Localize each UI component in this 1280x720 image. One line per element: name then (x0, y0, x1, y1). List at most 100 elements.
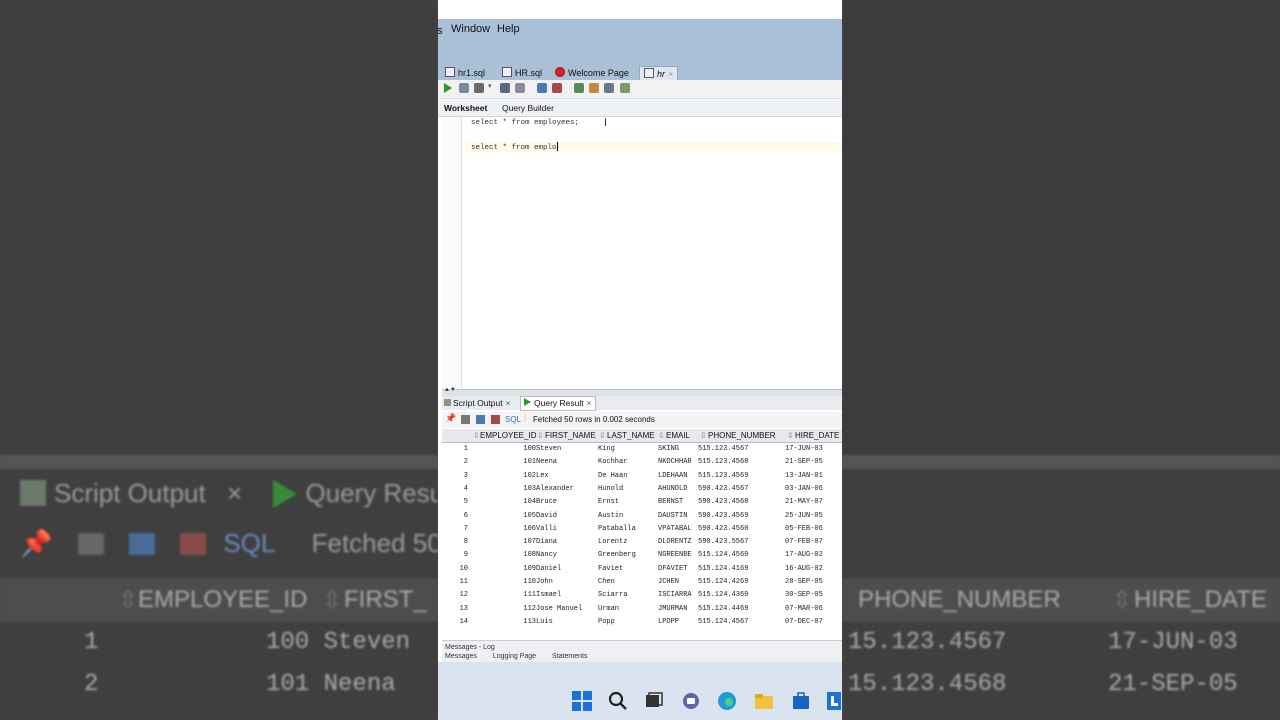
table-cell[interactable]: Austin (598, 512, 623, 520)
table-cell[interactable]: 21-SEP-05 (785, 458, 823, 466)
table-cell[interactable]: John (536, 578, 553, 586)
table-cell[interactable]: AHUNOLD (658, 485, 687, 493)
table-cell[interactable]: 515.123.4567 (698, 445, 748, 453)
editor-line-2[interactable]: select * from emplo (465, 142, 842, 152)
table-cell[interactable]: 106 (516, 525, 536, 533)
tab-query-result[interactable]: Query Result × (520, 396, 596, 411)
tab-statements[interactable]: Statements (552, 653, 587, 660)
search-icon[interactable] (608, 691, 628, 711)
table-row[interactable]: 3 102 Lex De Haan LDEHAAN 515.123.4569 13-JAN-… (442, 470, 842, 483)
clear-icon[interactable] (589, 83, 599, 93)
table-cell[interactable]: 590.423.4569 (698, 512, 748, 520)
table-cell[interactable]: 17-JUN-03 (785, 445, 823, 453)
table-cell[interactable]: 107 (516, 538, 536, 546)
table-cell[interactable]: 105 (516, 512, 536, 520)
tab-welcome-page[interactable]: Welcome Page (551, 66, 633, 80)
table-cell[interactable]: 30-SEP-05 (785, 591, 823, 599)
tab-worksheet[interactable]: Worksheet (444, 103, 487, 113)
table-row[interactable]: 7 106 Valli Pataballa VPATABAL 590.423.4560 05… (442, 523, 842, 536)
table-cell[interactable]: 590.423.4568 (698, 498, 748, 506)
windows-start-icon[interactable] (572, 691, 592, 711)
tab-query-builder[interactable]: Query Builder (502, 103, 554, 113)
table-cell[interactable]: 515.124.4269 (698, 578, 748, 586)
table-cell[interactable]: NGREENBE (658, 551, 692, 559)
table-cell[interactable]: King (598, 445, 615, 453)
table-cell[interactable]: DAUSTIN (658, 512, 687, 520)
menu-item-tools-partial[interactable]: s (438, 25, 443, 37)
unshared-sql-icon[interactable] (574, 83, 584, 93)
sql-editor[interactable]: select * from employees; I select * from… (442, 117, 842, 389)
table-cell[interactable]: De Haan (598, 472, 627, 480)
table-cell[interactable]: Daniel (536, 565, 561, 573)
table-cell[interactable]: Lex (536, 472, 549, 480)
table-row[interactable]: 6 105 David Austin DAUSTIN 590.423.4569 25-JUN… (442, 510, 842, 523)
tab-script-output[interactable]: Script Output × (444, 398, 511, 408)
edge-browser-icon[interactable] (717, 691, 737, 711)
table-cell[interactable]: LDEHAAN (658, 472, 687, 480)
run-script-icon[interactable] (459, 83, 469, 93)
file-explorer-icon[interactable] (754, 691, 774, 711)
table-cell[interactable]: Nancy (536, 551, 557, 559)
table-cell[interactable]: 05-FEB-06 (785, 525, 823, 533)
table-cell[interactable]: 515.123.4569 (698, 472, 748, 480)
table-cell[interactable]: Popp (598, 618, 615, 626)
table-cell[interactable]: 109 (516, 565, 536, 573)
commit-icon[interactable] (537, 83, 547, 93)
tab-logging-page[interactable]: Logging Page (493, 653, 536, 660)
table-cell[interactable]: 28-SEP-05 (785, 578, 823, 586)
editor-line-1[interactable]: select * from employees; (471, 119, 579, 127)
table-cell[interactable]: Bruce (536, 498, 557, 506)
table-cell[interactable]: Lorentz (598, 538, 627, 546)
table-row[interactable]: 11 110 John Chen JCHEN 515.124.4269 28-SEP-05 (442, 576, 842, 589)
close-icon[interactable]: × (668, 69, 673, 79)
table-cell[interactable]: 25-JUN-05 (785, 512, 823, 520)
table-row[interactable]: 8 107 Diana Lorentz DLORENTZ 590.423.5567 07-F… (442, 536, 842, 549)
column-header-first-name[interactable]: FIRST_NAME (545, 431, 596, 440)
table-cell[interactable]: 515.124.4169 (698, 565, 748, 573)
table-cell[interactable]: DFAVIET (658, 565, 687, 573)
table-cell[interactable]: 590.423.4560 (698, 525, 748, 533)
table-row[interactable]: 9 108 Nancy Greenberg NGREENBE 515.124.4569 17… (442, 549, 842, 562)
table-row[interactable]: 10 109 Daniel Faviet DFAVIET 515.124.4169 16-A… (442, 563, 842, 576)
tab-hr-sql[interactable]: HR.sql (498, 66, 546, 80)
store-icon[interactable] (791, 691, 811, 711)
rollback-icon[interactable] (552, 83, 562, 93)
table-cell[interactable]: SKING (658, 445, 679, 453)
table-cell[interactable]: NKOCHHAR (658, 458, 692, 466)
close-icon[interactable]: × (506, 398, 511, 408)
table-cell[interactable]: David (536, 512, 557, 520)
table-cell[interactable]: Ernst (598, 498, 619, 506)
table-cell[interactable]: LPOPP (658, 618, 679, 626)
table-cell[interactable]: 590.423.4567 (698, 485, 748, 493)
table-cell[interactable]: Diana (536, 538, 557, 546)
table-cell[interactable]: 03-JAN-06 (785, 485, 823, 493)
table-cell[interactable]: Faviet (598, 565, 623, 573)
table-cell[interactable]: 102 (516, 472, 536, 480)
table-cell[interactable]: Chen (598, 578, 615, 586)
table-cell[interactable]: Luis (536, 618, 553, 626)
table-cell[interactable]: 101 (516, 458, 536, 466)
table-cell[interactable]: Neena (536, 458, 557, 466)
table-cell[interactable]: 515.124.4567 (698, 618, 748, 626)
table-row[interactable]: 4 103 Alexander Hunold AHUNOLD 590.423.4567 03… (442, 483, 842, 496)
sql-button[interactable]: SQL (505, 415, 521, 424)
column-header-employee-id[interactable]: EMPLOYEE_ID (480, 431, 536, 440)
table-row[interactable]: 13 112 Jose Manuel Urman JMURMAN 515.124.4469… (442, 603, 842, 616)
column-header-email[interactable]: EMAIL (666, 431, 690, 440)
table-row[interactable]: 1 100 Steven King SKING 515.123.4567 17-JUN-03 (442, 443, 842, 456)
table-cell[interactable]: 07-DEC-07 (785, 618, 823, 626)
table-cell[interactable]: Valli (536, 525, 557, 533)
column-header-hire-date[interactable]: HIRE_DATE (795, 431, 839, 440)
format-icon[interactable] (620, 83, 630, 93)
table-cell[interactable]: 13-JAN-01 (785, 472, 823, 480)
table-cell[interactable]: Sciarra (598, 591, 627, 599)
column-header-phone-number[interactable]: PHONE_NUMBER (708, 431, 776, 440)
explain-plan-icon[interactable] (500, 83, 510, 93)
column-header-last-name[interactable]: LAST_NAME (607, 431, 655, 440)
table-cell[interactable]: 515.123.4568 (698, 458, 748, 466)
task-view-icon[interactable] (644, 691, 664, 711)
tab-messages[interactable]: Messages (445, 653, 477, 660)
table-cell[interactable]: Kochhar (598, 458, 627, 466)
table-cell[interactable]: Greenberg (598, 551, 636, 559)
table-cell[interactable]: JCHEN (658, 578, 679, 586)
